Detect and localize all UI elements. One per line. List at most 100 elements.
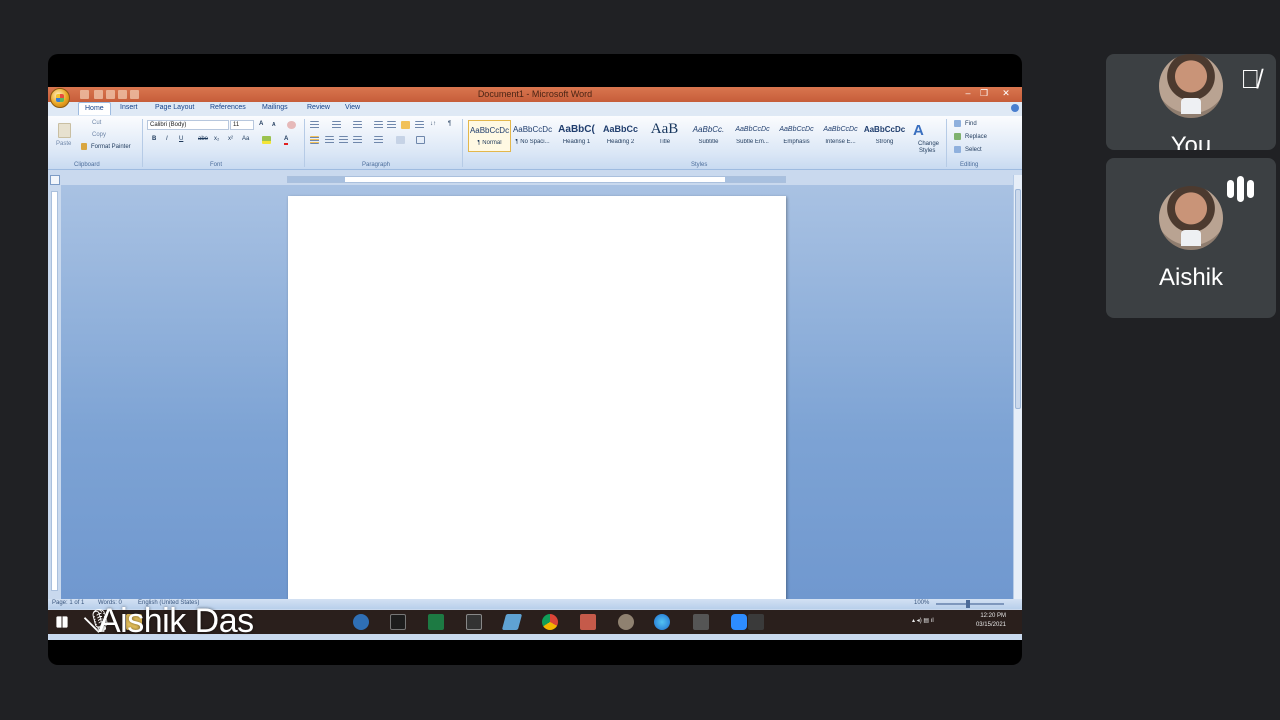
style-item[interactable]: AaBbCcDc Intense E... [819,120,862,152]
copy-button[interactable]: Copy [92,132,106,138]
bullets-icon[interactable] [310,121,319,129]
italic-button[interactable]: I [166,136,168,142]
align-left-icon[interactable] [310,136,319,144]
strikethrough-button[interactable]: abe [198,136,208,142]
edge-icon[interactable] [654,614,670,630]
tab-view[interactable]: View [345,104,360,111]
replace-button[interactable]: Replace [965,134,987,140]
tab-page-layout[interactable]: Page Layout [155,104,194,111]
borders-icon[interactable] [416,136,425,144]
horizontal-ruler[interactable] [287,176,786,183]
style-item[interactable]: AaBbCc Heading 2 [599,120,642,152]
justify-icon[interactable] [353,136,362,144]
app-icon[interactable] [466,614,482,630]
style-item[interactable]: AaB Title [643,120,686,152]
settings-icon[interactable] [618,614,634,630]
style-item[interactable]: AaBbCcDc ¶ No Spaci... [511,120,554,152]
grow-font-button[interactable]: A [259,121,263,127]
notes-icon[interactable] [501,614,523,630]
style-item[interactable]: AaBbC(Heading 1 [555,120,598,152]
taskbar-date[interactable]: 03/15/2021 [966,622,1006,628]
font-name-combo[interactable]: Calibri (Body) [147,120,229,130]
multilevel-list-icon[interactable] [353,121,362,129]
tab-insert[interactable]: Insert [120,104,138,111]
font-size-combo[interactable]: 11 [230,120,254,130]
restore-button[interactable]: ❐ [978,88,990,99]
sort-ltr-icon[interactable] [401,121,410,129]
align-center-icon[interactable] [325,136,334,144]
paint-icon[interactable] [580,614,596,630]
chrome-icon[interactable] [542,614,558,630]
paste-icon [58,123,71,138]
page-count[interactable]: Page: 1 of 1 [52,600,84,606]
sort-rtl-icon[interactable] [415,121,424,129]
ruler-toggle-button[interactable] [50,175,60,185]
select-icon [954,146,961,153]
select-button[interactable]: Select [965,147,982,153]
cut-button[interactable]: Cut [92,120,101,126]
change-styles-label[interactable]: Change [918,141,939,147]
style-name: Heading 1 [562,139,591,145]
avatar [1159,186,1223,250]
highlight-color-icon[interactable] [262,136,271,144]
zoom-level[interactable]: 100% [914,600,929,606]
style-item[interactable]: AaBbCcDc ¶ Normal [468,120,511,152]
group-divider [946,119,947,167]
document-page[interactable] [288,196,786,599]
scrollbar-thumb[interactable] [1015,189,1021,409]
shrink-font-button[interactable]: A [272,122,276,128]
show-formatting-icon[interactable]: ¶ [448,121,451,127]
app-icon[interactable] [693,614,709,630]
app-icon[interactable] [748,614,764,630]
participant-name: You [1170,132,1212,150]
sort-icon[interactable]: ↓↑ [430,121,436,127]
shading-icon[interactable] [396,136,405,144]
terminal-icon[interactable] [390,614,406,630]
tray-icons[interactable]: ▴ ◂) ▤ ıl [912,617,934,624]
participant-tile-you[interactable]: 🎙̸ You [1106,54,1276,150]
clear-format-icon[interactable] [287,121,296,129]
mic-off-icon: 🎙̸ [1240,64,1261,94]
style-item[interactable]: AaBbCcDc Subtle Em... [731,120,774,152]
window-title: Document1 - Microsoft Word [477,89,593,99]
minimize-button[interactable]: – [962,88,974,98]
participant-tile-aishik[interactable]: Aishik [1106,158,1276,318]
paste-button[interactable]: Paste [54,121,76,153]
change-case-button[interactable]: Aa [242,136,249,142]
close-button[interactable]: ✕ [1000,88,1012,99]
change-styles-icon[interactable]: A [913,122,924,139]
font-color-button[interactable]: A [284,135,289,145]
bold-button[interactable]: B [152,136,156,142]
tab-home[interactable]: Home [78,102,111,115]
style-sample: AaBbCcDc [779,126,814,133]
vertical-ruler[interactable] [51,191,58,591]
line-spacing-icon[interactable] [374,136,383,144]
zoom-slider[interactable] [936,600,1004,608]
zoom-icon[interactable] [731,614,747,630]
office-button-icon[interactable] [50,88,70,108]
superscript-button[interactable]: x² [228,136,233,142]
tab-references[interactable]: References [210,104,246,111]
decrease-indent-icon[interactable] [374,121,383,129]
app-icon[interactable] [353,614,369,630]
taskbar-time[interactable]: 12:20 PM [966,613,1006,619]
align-right-icon[interactable] [339,136,348,144]
format-painter-button[interactable]: Format Painter [91,144,131,150]
increase-indent-icon[interactable] [387,121,396,129]
style-item[interactable]: AaBbCcDc Strong [863,120,906,152]
paste-label: Paste [56,141,72,147]
vertical-scrollbar[interactable] [1013,175,1022,599]
windows-start-icon[interactable] [56,616,68,628]
numbering-icon[interactable] [332,121,341,129]
help-icon[interactable] [1011,104,1019,112]
excel-icon[interactable] [428,614,444,630]
underline-button[interactable]: U [179,136,183,142]
tab-review[interactable]: Review [307,104,330,111]
subscript-button[interactable]: x₂ [214,136,219,142]
style-item[interactable]: AaBbCc. Subtitle [687,120,730,152]
style-item[interactable]: AaBbCcDc Emphasis [775,120,818,152]
group-divider [462,119,463,167]
find-button[interactable]: Find [965,121,977,127]
tab-mailings[interactable]: Mailings [262,104,288,111]
change-styles-label-2[interactable]: Styles [919,148,935,154]
